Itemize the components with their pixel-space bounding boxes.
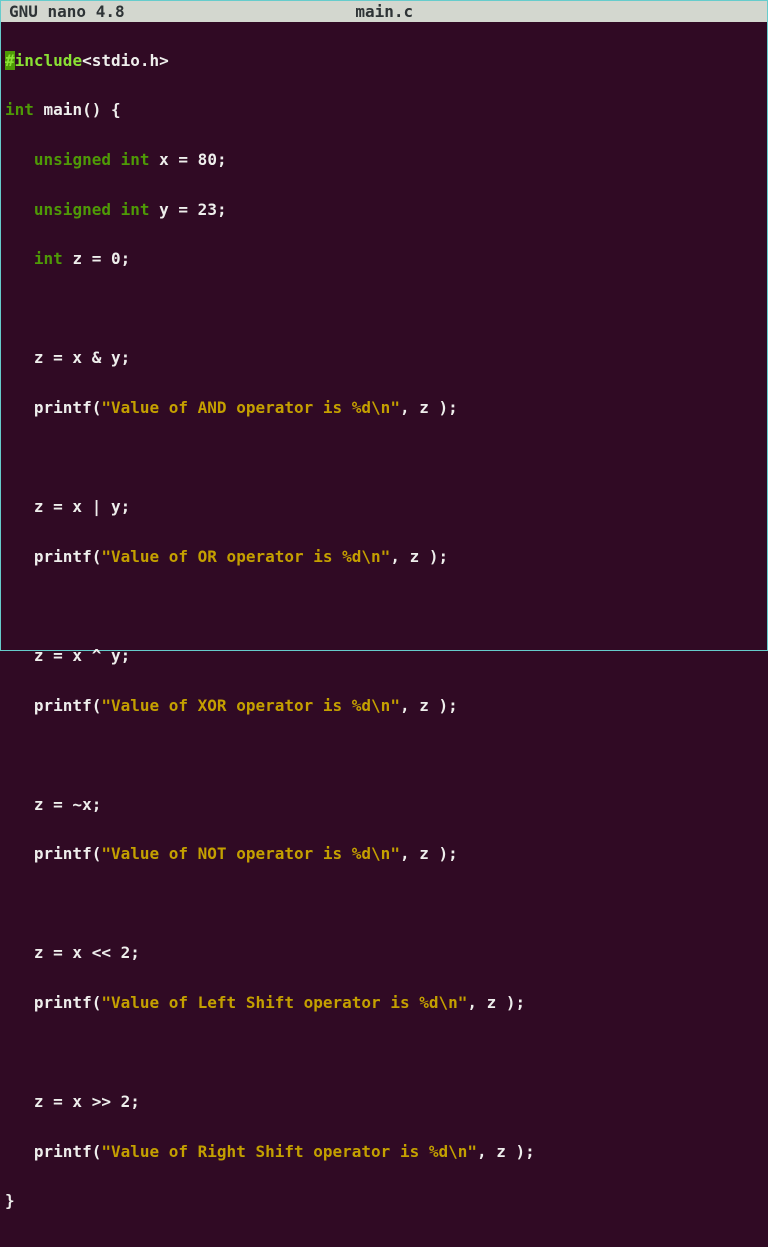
code-line: z = x >> 2; bbox=[5, 1090, 763, 1115]
code-line: printf("Value of Right Shift operator is… bbox=[5, 1140, 763, 1165]
code-line: printf("Value of OR operator is %d\n", z… bbox=[5, 545, 763, 570]
editor-area[interactable]: #include<stdio.h> int main() { unsigned … bbox=[1, 22, 767, 1247]
code-line bbox=[5, 297, 763, 322]
code-line: printf("Value of XOR operator is %d\n", … bbox=[5, 694, 763, 719]
code-line: z = ~x; bbox=[5, 793, 763, 818]
code-line: unsigned int x = 80; bbox=[5, 148, 763, 173]
code-line: int main() { bbox=[5, 98, 763, 123]
code-line: int z = 0; bbox=[5, 247, 763, 272]
code-line: z = x << 2; bbox=[5, 941, 763, 966]
code-line: printf("Value of AND operator is %d\n", … bbox=[5, 396, 763, 421]
code-line bbox=[5, 743, 763, 768]
code-line: z = x | y; bbox=[5, 495, 763, 520]
code-line: z = x ^ y; bbox=[5, 644, 763, 669]
code-line bbox=[5, 446, 763, 471]
code-line: printf("Value of NOT operator is %d\n", … bbox=[5, 842, 763, 867]
file-name: main.c bbox=[125, 2, 759, 21]
code-line: } bbox=[5, 1189, 763, 1214]
code-line: #include<stdio.h> bbox=[5, 49, 763, 74]
code-line: unsigned int y = 23; bbox=[5, 198, 763, 223]
cursor: # bbox=[5, 51, 15, 70]
title-bar: GNU nano 4.8 main.c bbox=[1, 1, 767, 22]
code-line: z = x & y; bbox=[5, 346, 763, 371]
code-line bbox=[5, 892, 763, 917]
code-line: printf("Value of Left Shift operator is … bbox=[5, 991, 763, 1016]
code-line bbox=[5, 1041, 763, 1066]
code-line bbox=[5, 594, 763, 619]
app-name: GNU nano 4.8 bbox=[9, 2, 125, 21]
